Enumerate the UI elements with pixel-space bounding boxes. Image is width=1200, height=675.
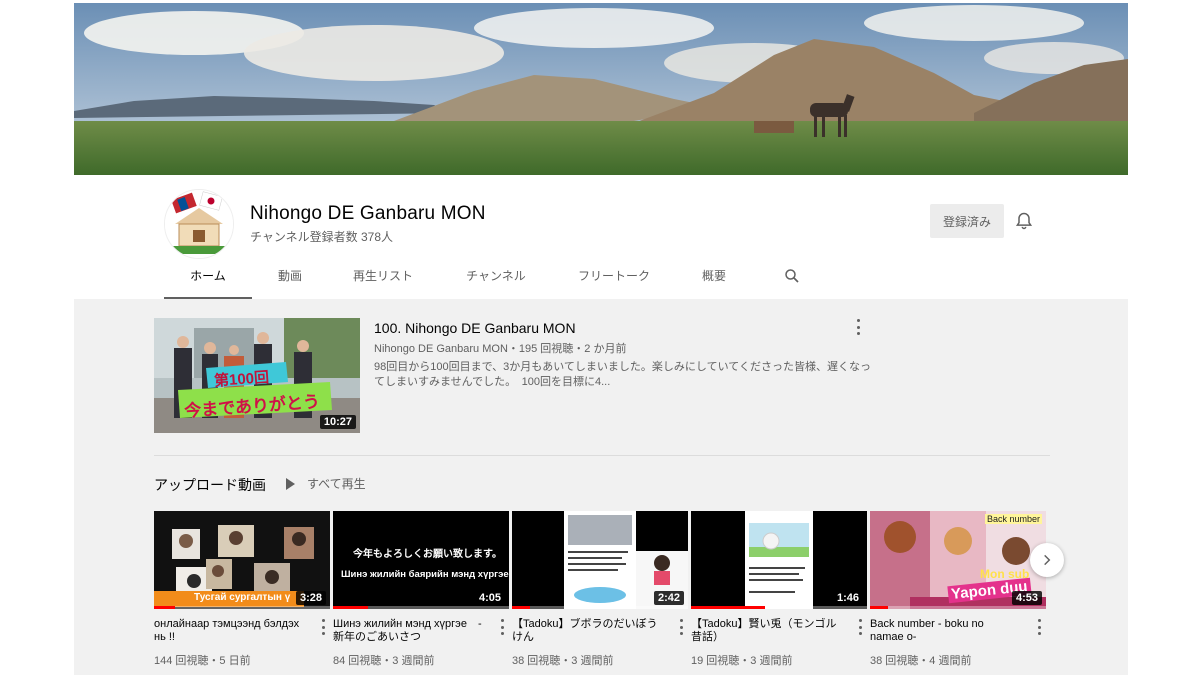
watch-progress-bar: [154, 606, 176, 609]
channel-tabs: ホーム 動画 再生リスト チャンネル フリートーク 概要: [164, 267, 799, 299]
video-meta: 144 回視聴・5 日前: [154, 655, 251, 667]
featured-video-meta: Nihongo DE Ganbaru MON・195 回視聴・2 か月前: [374, 343, 627, 355]
channel-name: Nihongo DE Ganbaru MON: [250, 203, 486, 224]
video-thumbnail[interactable]: 1:46: [691, 511, 867, 609]
featured-video-description: 98回目から100回目まで、3か月もあいてしまいました。楽しみにしていてくださっ…: [374, 361, 871, 388]
video-meta: 38 回視聴・4 週間前: [870, 655, 972, 667]
tab-playlists[interactable]: 再生リスト: [328, 267, 438, 299]
subscribed-button[interactable]: 登録済み: [930, 204, 1004, 238]
more-actions-icon[interactable]: [857, 619, 863, 635]
video-thumbnail[interactable]: 今年もよろしくお願い致します。 Шинэ жилийн баярийн мэнд…: [333, 511, 509, 609]
thumbnail-caption-mn: Шинэ жилийн баярийн мэнд хүргэе.: [341, 569, 509, 580]
video-duration: 2:42: [653, 591, 684, 605]
video-card[interactable]: Тусгай сургалтын ү 3:28 онлайнаар тэмцээ…: [154, 511, 330, 668]
featured-sign-text-1: 第100回: [213, 369, 270, 390]
watch-progress-track: [870, 606, 1046, 609]
play-all-button[interactable]: すべて再生: [286, 475, 366, 492]
video-thumbnail[interactable]: Тусгай сургалтын ү 3:28: [154, 511, 330, 609]
video-meta: 84 回視聴・3 週間前: [333, 655, 435, 667]
video-meta: 38 回視聴・3 週間前: [512, 655, 614, 667]
thumbnail-caption-top: Back number: [985, 514, 1043, 524]
video-card[interactable]: 2:42 【Tadoku】ブボラのだいぼうけん 38 回視聴・3 週間前: [512, 511, 688, 668]
notification-bell-icon[interactable]: [1014, 211, 1034, 231]
video-thumbnail[interactable]: Back number Mon sub Yapon duu 4:53: [870, 511, 1046, 609]
tab-about[interactable]: 概要: [674, 267, 754, 299]
tab-free-talk[interactable]: フリートーク: [554, 267, 674, 299]
search-icon[interactable]: [783, 267, 801, 285]
watch-progress-bar: [691, 606, 765, 609]
video-card[interactable]: 今年もよろしくお願い致します。 Шинэ жилийн баярийн мэнд…: [333, 511, 509, 668]
watch-progress-bar: [870, 606, 888, 609]
featured-video-title[interactable]: 100. Nihongo DE Ganbaru MON: [374, 320, 576, 336]
play-all-label: すべて再生: [307, 477, 366, 491]
video-meta: 19 回視聴・3 週間前: [691, 655, 793, 667]
section-divider: [154, 455, 1050, 456]
video-card[interactable]: 1:46 【Tadoku】賢い兎（モンゴル昔話） 19 回視聴・3 週間前: [691, 511, 867, 668]
more-actions-icon[interactable]: [678, 619, 684, 635]
channel-page: Nihongo DE Ganbaru MON チャンネル登録者数 378人 登録…: [74, 3, 1128, 675]
more-actions-icon[interactable]: [499, 619, 505, 635]
channel-avatar[interactable]: [164, 189, 234, 259]
watch-progress-bar: [512, 606, 530, 609]
video-duration: 4:53: [1011, 591, 1042, 605]
watch-progress-bar: [333, 606, 369, 609]
chevron-right-icon: [1044, 554, 1051, 566]
thumbnail-caption-jp: 今年もよろしくお願い致します。: [353, 549, 502, 560]
uploads-section-title[interactable]: アップロード動画: [154, 475, 266, 495]
more-actions-icon[interactable]: [855, 319, 861, 335]
video-duration: 1:46: [832, 591, 863, 605]
carousel-next-button[interactable]: [1030, 543, 1064, 577]
video-duration: 4:05: [474, 591, 505, 605]
video-title[interactable]: 【Tadoku】賢い兎（モンゴル昔話）: [691, 618, 841, 644]
more-actions-icon[interactable]: [320, 619, 326, 635]
tab-videos[interactable]: 動画: [252, 267, 328, 299]
video-thumbnail[interactable]: 2:42: [512, 511, 688, 609]
channel-banner: [74, 3, 1128, 175]
play-icon: [286, 477, 295, 490]
watch-progress-track: [512, 606, 688, 609]
thumbnail-caption: Тусгай сургалтын ү: [194, 592, 291, 603]
watch-progress-track: [154, 606, 330, 609]
video-duration: 10:27: [319, 415, 356, 429]
featured-video-thumbnail[interactable]: 第100回 今までありがとう 10:27: [154, 318, 360, 433]
channel-header: Nihongo DE Ganbaru MON チャンネル登録者数 378人 登録…: [74, 175, 1128, 299]
video-title[interactable]: Шинэ жилийн мэнд хүргэе -新年のごあいさつ: [333, 618, 483, 644]
video-card[interactable]: Back number Mon sub Yapon duu 4:53 Back …: [870, 511, 1046, 668]
video-title[interactable]: 【Tadoku】ブボラのだいぼうけん: [512, 618, 662, 644]
tab-channels[interactable]: チャンネル: [438, 267, 554, 299]
video-duration: 3:28: [295, 591, 326, 605]
video-title[interactable]: онлайнаар тэмцээнд бэлдэх нь !!: [154, 618, 304, 644]
video-title[interactable]: Back number - boku no namae o-: [870, 618, 1020, 644]
more-actions-icon[interactable]: [1036, 619, 1042, 635]
subscriber-count: チャンネル登録者数 378人: [250, 230, 393, 244]
tab-home[interactable]: ホーム: [164, 267, 252, 299]
